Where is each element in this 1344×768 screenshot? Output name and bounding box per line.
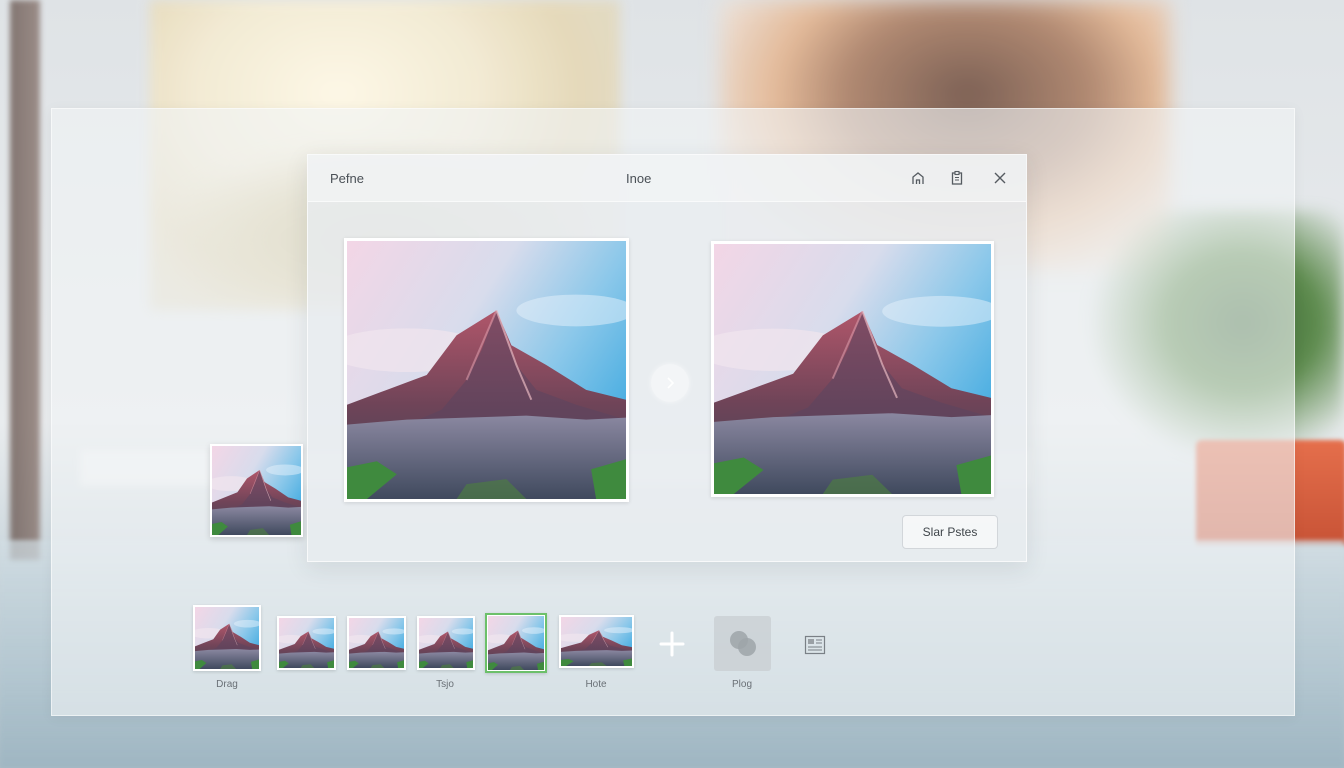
mountain-image [347, 241, 626, 499]
filmstrip-label-tool: Plog [731, 679, 752, 690]
clipboard-button[interactable] [945, 166, 969, 190]
mountain-image [488, 616, 544, 670]
mountain-image [195, 607, 259, 669]
mountain-image [561, 617, 632, 666]
dialog-title-left: Pefne [330, 171, 364, 186]
source-image[interactable] [344, 238, 629, 502]
dialog-header: Pefne Inoe [308, 155, 1026, 202]
mountain-image [212, 446, 301, 535]
background-post [10, 0, 40, 560]
close-button[interactable] [988, 166, 1012, 190]
layout-icon [804, 635, 826, 655]
filmstrip-thumbnail-4[interactable] [417, 616, 475, 670]
chevron-right-icon [667, 377, 675, 389]
result-image[interactable] [711, 241, 994, 497]
dragged-thumbnail[interactable] [210, 444, 303, 537]
add-image-button[interactable] [656, 628, 688, 660]
filmstrip-thumbnail-1[interactable] [193, 605, 261, 671]
filmstrip-thumbnail-3[interactable] [347, 616, 406, 670]
filmstrip-label-drag: Drag [216, 679, 238, 690]
layout-button[interactable] [803, 634, 827, 656]
filmstrip-thumbnail-2[interactable] [277, 616, 336, 670]
next-button[interactable] [651, 364, 689, 402]
merge-tool-button[interactable] [714, 616, 771, 671]
clipboard-icon [951, 170, 963, 185]
mountain-image [349, 618, 404, 668]
dialog-title-center: Inoe [626, 171, 652, 186]
filmstrip-label-middle: Tsjo [436, 679, 454, 690]
home-icon [912, 172, 924, 184]
plus-icon [659, 631, 685, 657]
filmstrip-label-sixth: Hote [585, 679, 607, 690]
close-icon [994, 172, 1006, 184]
mountain-image [714, 244, 991, 494]
mountain-image [279, 618, 334, 668]
mountain-image [419, 618, 473, 668]
overlap-circles-icon [729, 630, 756, 656]
start-paste-button[interactable]: Slar Pstes [902, 515, 998, 549]
filmstrip-thumbnail-6[interactable] [559, 615, 634, 668]
home-button[interactable] [906, 166, 930, 190]
filmstrip-thumbnail-5[interactable] [485, 613, 547, 673]
